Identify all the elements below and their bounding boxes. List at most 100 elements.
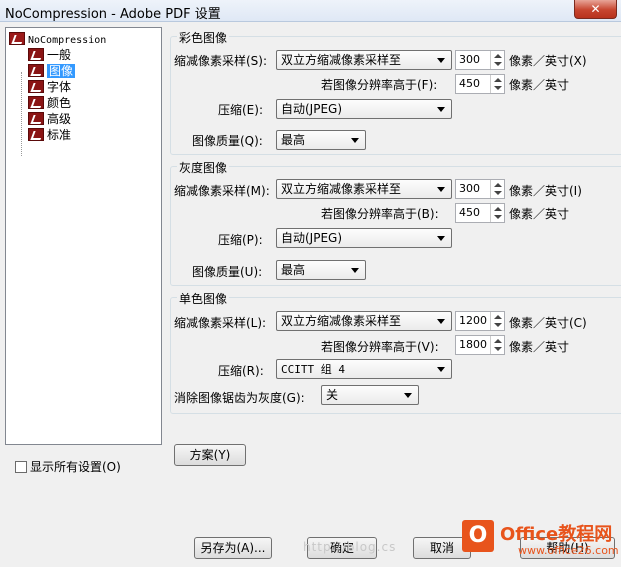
above-unit: 像素／英寸 — [509, 207, 570, 221]
select-value: 最高 — [281, 263, 306, 277]
ppi-unit: 像素／英寸(C) — [509, 316, 587, 330]
group-title: 灰度图像 — [177, 159, 230, 176]
antialias-label: 消除图像锯齿为灰度(G): — [174, 391, 305, 405]
quality-select[interactable]: 最高 — [276, 260, 366, 280]
compression-select[interactable]: 自动(JPEG) — [276, 228, 452, 248]
tree-item-general[interactable]: 一般 — [28, 47, 71, 63]
logo-brand: Office教程网 — [500, 524, 613, 545]
pdf-page-icon — [28, 48, 44, 61]
stepper-value: 1200 — [459, 314, 487, 327]
show-all-checkbox[interactable] — [15, 461, 27, 473]
above-stepper[interactable]: 450 — [455, 74, 505, 94]
stepper-value: 450 — [459, 206, 480, 219]
downsample-select[interactable]: 双立方缩减像素采样至 — [276, 311, 452, 331]
close-button[interactable]: ✕ — [574, 0, 617, 19]
policy-button[interactable]: 方案(Y) — [174, 444, 246, 466]
ppi-unit: 像素／英寸(X) — [509, 54, 587, 68]
pdf-page-icon — [28, 96, 44, 109]
tree-item-color[interactable]: 颜色 — [28, 95, 71, 111]
ppi-stepper[interactable]: 1200 — [455, 311, 505, 331]
select-value: 双立方缩减像素采样至 — [281, 182, 402, 196]
arrow-up-icon[interactable] — [494, 339, 502, 343]
office-logo: O Office教程网 www.office26.com — [462, 518, 619, 564]
arrow-up-icon[interactable] — [494, 183, 502, 187]
ppi-unit: 像素／英寸(I) — [509, 184, 582, 198]
downsample-label: 缩减像素采样(S): — [174, 54, 268, 68]
downsample-select[interactable]: 双立方缩减像素采样至 — [276, 50, 452, 70]
stepper-buttons[interactable] — [490, 75, 504, 93]
arrow-down-icon[interactable] — [494, 191, 502, 195]
chevron-down-icon — [351, 268, 359, 273]
color-images-group: 彩色图像 缩减像素采样(S): 双立方缩减像素采样至 300 像素／英寸(X) … — [170, 29, 621, 155]
above-unit: 像素／英寸 — [509, 340, 570, 354]
tree-root[interactable]: NoCompression — [9, 31, 106, 47]
arrow-down-icon[interactable] — [494, 323, 502, 327]
compression-select[interactable]: CCITT 组 4 — [276, 359, 452, 379]
save-as-button[interactable]: 另存为(A)... — [194, 537, 272, 559]
select-value: CCITT 组 4 — [281, 363, 345, 376]
group-title: 彩色图像 — [177, 29, 230, 46]
compression-label: 压缩(R): — [218, 364, 264, 378]
tree-item-fonts[interactable]: 字体 — [28, 79, 71, 95]
stepper-value: 300 — [459, 182, 480, 195]
gray-images-group: 灰度图像 缩减像素采样(M): 双立方缩减像素采样至 300 像素／英寸(I) … — [170, 159, 621, 286]
arrow-up-icon[interactable] — [494, 78, 502, 82]
compression-label: 压缩(E): — [218, 103, 263, 117]
arrow-down-icon[interactable] — [494, 215, 502, 219]
above-unit: 像素／英寸 — [509, 78, 570, 92]
stepper-buttons[interactable] — [490, 312, 504, 330]
ppi-stepper[interactable]: 300 — [455, 179, 505, 199]
arrow-down-icon[interactable] — [494, 86, 502, 90]
pdf-page-icon — [28, 128, 44, 141]
group-title: 单色图像 — [177, 290, 230, 307]
tree-item-images[interactable]: 图像 — [28, 63, 76, 79]
above-label: 若图像分辨率高于(F): — [321, 78, 438, 92]
stepper-buttons[interactable] — [490, 51, 504, 69]
arrow-up-icon[interactable] — [494, 315, 502, 319]
quality-label: 图像质量(U): — [192, 265, 263, 279]
tree-item-label: 高级 — [47, 112, 72, 126]
chevron-down-icon — [437, 58, 445, 63]
settings-tree[interactable]: NoCompression 一般 图像 字体 颜色 高级 标准 — [5, 27, 162, 445]
stepper-buttons[interactable] — [490, 336, 504, 354]
downsample-select[interactable]: 双立方缩减像素采样至 — [276, 179, 452, 199]
logo-site: www.office26.com — [518, 544, 619, 557]
tree-item-label: 字体 — [47, 80, 72, 94]
tree-item-label: 图像 — [47, 64, 76, 78]
pdf-page-icon — [28, 64, 44, 77]
select-value: 双立方缩减像素采样至 — [281, 314, 402, 328]
window-title: NoCompression - Adobe PDF 设置 — [5, 7, 221, 22]
office-logo-icon: O — [462, 520, 494, 552]
chevron-down-icon — [437, 107, 445, 112]
downsample-label: 缩减像素采样(M): — [174, 184, 270, 198]
show-all-settings[interactable]: 显示所有设置(O) — [15, 458, 121, 475]
above-label: 若图像分辨率高于(B): — [321, 207, 439, 221]
select-value: 双立方缩减像素采样至 — [281, 53, 402, 67]
show-all-label: 显示所有设置(O) — [30, 460, 121, 474]
select-value: 自动(JPEG) — [281, 231, 343, 245]
select-value: 自动(JPEG) — [281, 102, 343, 116]
tree-item-label: 一般 — [47, 48, 72, 62]
compression-select[interactable]: 自动(JPEG) — [276, 99, 452, 119]
watermark-url: http://blog.cs — [303, 540, 397, 554]
tree-item-advanced[interactable]: 高级 — [28, 111, 71, 127]
stepper-value: 300 — [459, 53, 480, 66]
above-stepper[interactable]: 450 — [455, 203, 505, 223]
stepper-buttons[interactable] — [490, 180, 504, 198]
arrow-down-icon[interactable] — [494, 347, 502, 351]
pdf-page-icon — [28, 80, 44, 93]
stepper-value: 450 — [459, 77, 480, 90]
mono-images-group: 单色图像 缩减像素采样(L): 双立方缩减像素采样至 1200 像素／英寸(C)… — [170, 290, 621, 414]
arrow-up-icon[interactable] — [494, 54, 502, 58]
antialias-select[interactable]: 关 — [321, 385, 419, 405]
chevron-down-icon — [437, 236, 445, 241]
above-stepper[interactable]: 1800 — [455, 335, 505, 355]
pdf-page-icon — [28, 112, 44, 125]
ppi-stepper[interactable]: 300 — [455, 50, 505, 70]
arrow-down-icon[interactable] — [494, 62, 502, 66]
arrow-up-icon[interactable] — [494, 207, 502, 211]
quality-select[interactable]: 最高 — [276, 130, 366, 150]
tree-item-standards[interactable]: 标准 — [28, 127, 71, 143]
stepper-buttons[interactable] — [490, 204, 504, 222]
tree-item-label: 颜色 — [47, 96, 72, 110]
